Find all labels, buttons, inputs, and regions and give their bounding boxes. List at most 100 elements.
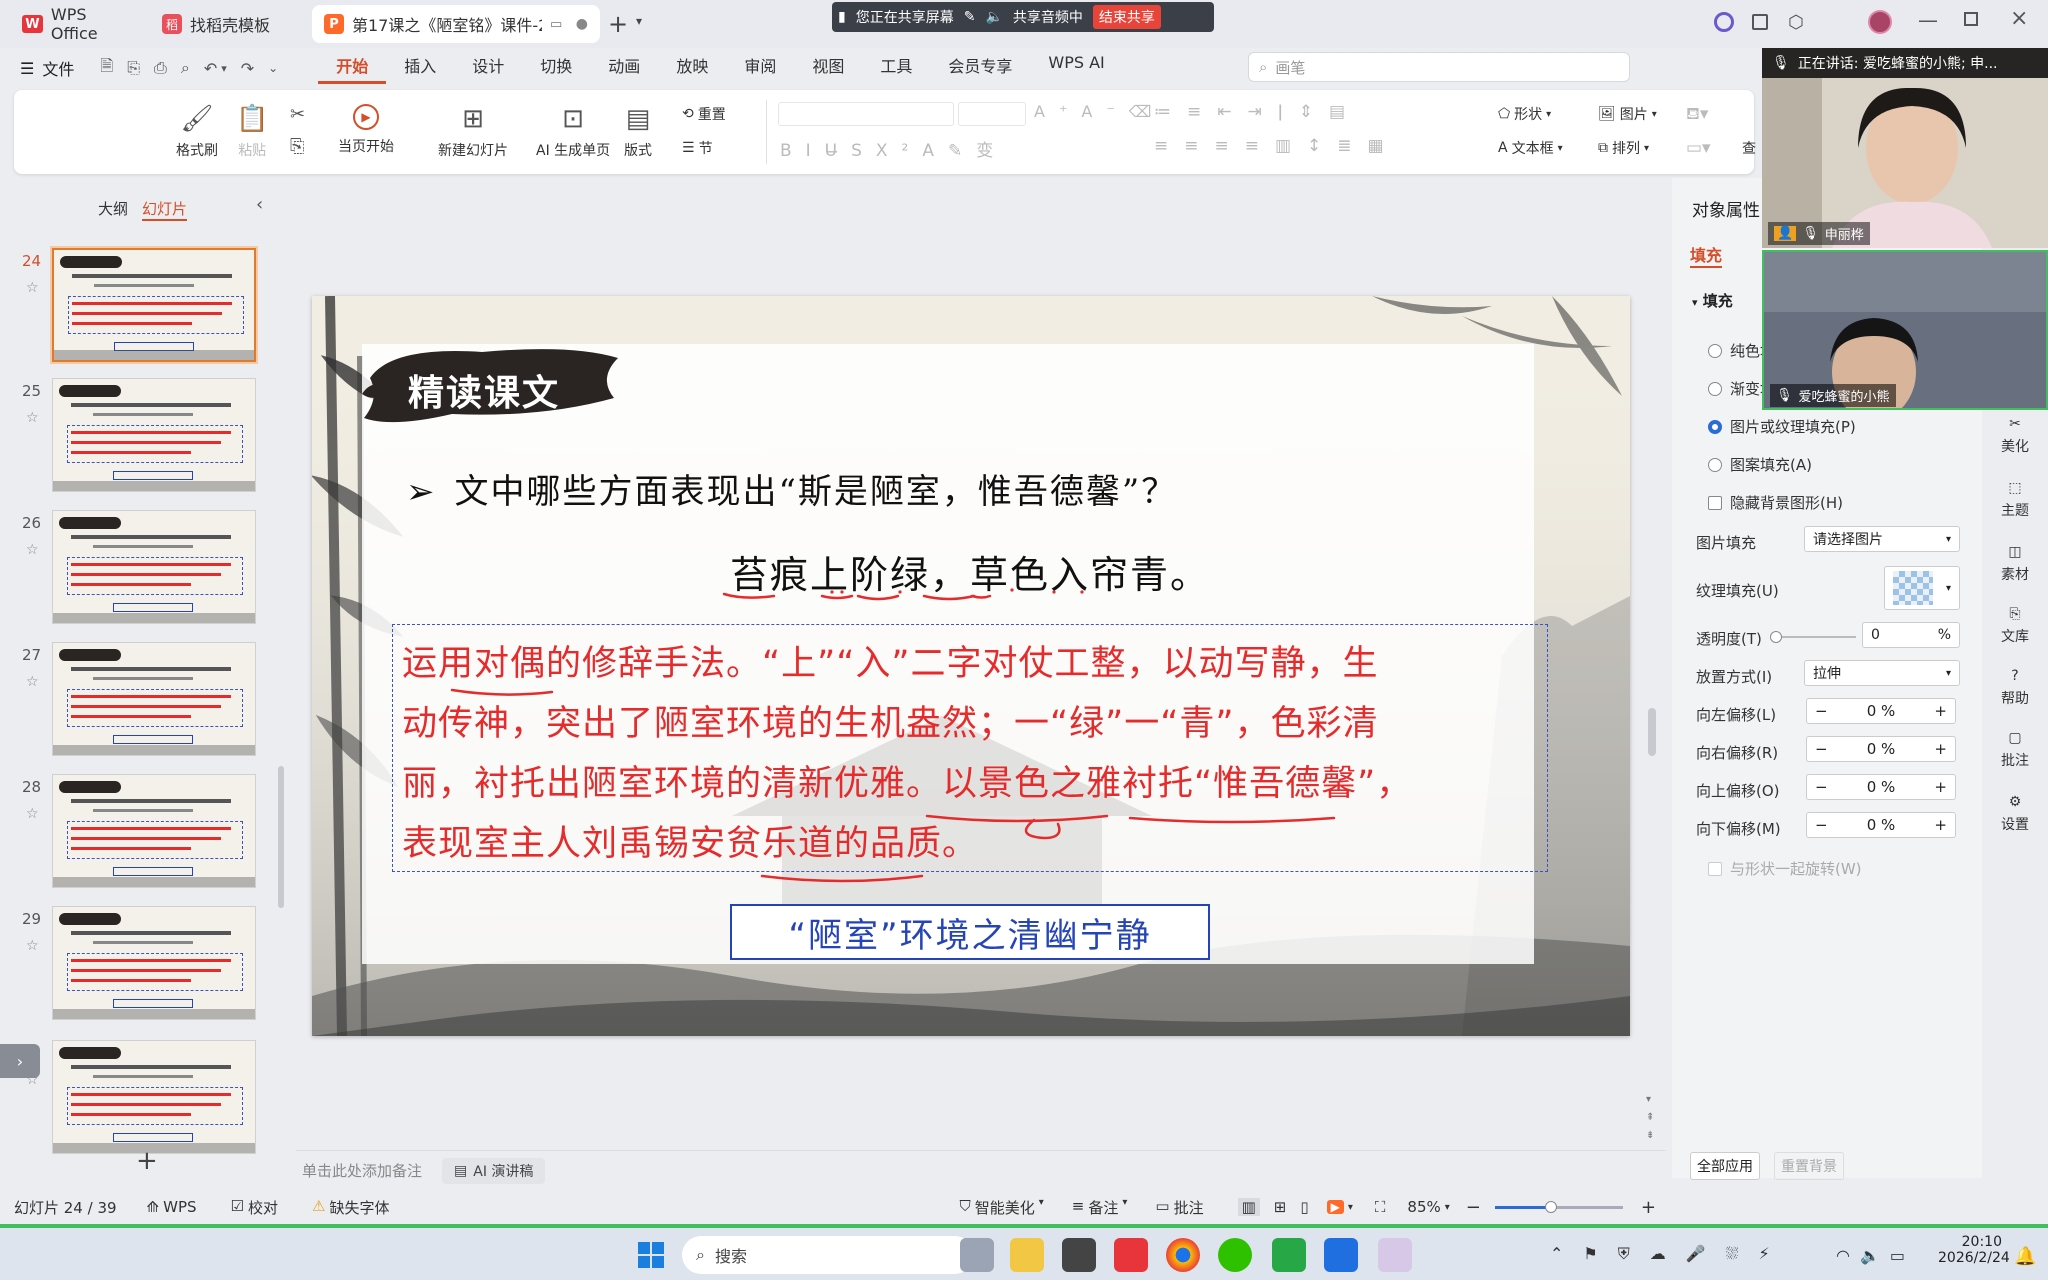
new-slide-button[interactable]: ⊞ 新建幻灯片 bbox=[438, 104, 508, 160]
zoom-out-icon[interactable]: − bbox=[1466, 1197, 1481, 1218]
tab-presentation[interactable]: P 第17课之《陋室铭》课件-20... ▭ ● bbox=[312, 5, 600, 43]
minimize-icon[interactable]: — bbox=[1918, 8, 1938, 32]
radio-picture-fill[interactable]: 图片或纹理填充(P) bbox=[1708, 416, 1856, 437]
tab-member[interactable]: 会员专享 bbox=[930, 53, 1030, 84]
proofread-button[interactable]: ☑ 校对 bbox=[231, 1197, 278, 1218]
taskbar-search[interactable]: ⌕ 搜索 bbox=[682, 1236, 974, 1274]
redo-icon[interactable]: ↷ bbox=[241, 59, 254, 78]
save-icon[interactable]: 🗎 bbox=[100, 55, 113, 82]
thumbnail-star-icon[interactable]: ☆ bbox=[26, 280, 39, 296]
paragraph-icons[interactable]: ≔≡⇤⇥ǀ⇕▤ bbox=[1154, 102, 1361, 122]
smart-beautify-button[interactable]: ⛉ 智能美化 ▾ bbox=[959, 1197, 1043, 1218]
placement-select[interactable]: 拉伸 ▾ bbox=[1804, 660, 1960, 686]
help-button[interactable]: ? 帮助 bbox=[1982, 668, 2048, 708]
fill-section-header[interactable]: ▾ 填充 bbox=[1692, 290, 1733, 311]
thumbnail-star-icon[interactable]: ☆ bbox=[26, 674, 39, 690]
slide-thumbnail[interactable] bbox=[50, 246, 258, 364]
undo-icon[interactable]: ↶ bbox=[204, 59, 217, 78]
slide-thumbnail[interactable] bbox=[52, 378, 256, 492]
font-grow-shrink-icons[interactable]: A⁺A⁻⌫ bbox=[1034, 102, 1165, 121]
offset-right-stepper[interactable]: −0 % + bbox=[1806, 736, 1956, 762]
tab-tools[interactable]: 工具 bbox=[862, 53, 930, 84]
conclusion-box[interactable]: “陋室”环境之清幽宁静 bbox=[730, 904, 1210, 960]
slide-thumbnail[interactable] bbox=[52, 1040, 256, 1154]
fit-window-icon[interactable]: ⛶ bbox=[1375, 1198, 1386, 1216]
copy-icon[interactable]: ⎘ bbox=[290, 136, 304, 157]
cube-icon[interactable]: ⬡ bbox=[1788, 12, 1804, 33]
search-input[interactable]: ⌕ 画笔 bbox=[1248, 52, 1630, 82]
task-view-icon[interactable] bbox=[960, 1238, 994, 1272]
avatar[interactable] bbox=[1868, 10, 1892, 34]
font-size-select[interactable] bbox=[958, 102, 1026, 126]
picture-button[interactable]: 🖼 图片 ▾ bbox=[1598, 104, 1657, 124]
thumbnail-star-icon[interactable]: ☆ bbox=[26, 938, 39, 954]
rotate-with-shape-checkbox[interactable]: 与形状一起旋转(W) bbox=[1708, 858, 1862, 879]
text-format-icons[interactable]: BIU̶SX²A✎变 bbox=[780, 136, 1007, 161]
format-painter-button[interactable]: 🖌 格式刷 bbox=[176, 104, 218, 160]
export-icon[interactable]: ⎘ bbox=[127, 58, 140, 78]
slide-thumbnail[interactable] bbox=[52, 906, 256, 1020]
shape-button[interactable]: ⬠ 形状 ▾ bbox=[1498, 104, 1551, 124]
zoom-slider-handle[interactable] bbox=[1544, 1200, 1557, 1213]
canvas-scrollbar[interactable] bbox=[1648, 708, 1656, 756]
comments-button[interactable]: ▭ 批注 bbox=[1155, 1197, 1203, 1218]
tab-wps-ai[interactable]: WPS AI bbox=[1030, 53, 1122, 84]
tab-close-icon[interactable]: ● bbox=[576, 16, 588, 32]
zoom-in-icon[interactable]: + bbox=[1641, 1197, 1656, 1218]
wps-taskbar-icon[interactable] bbox=[1114, 1238, 1148, 1272]
comment-button[interactable]: ▢ 批注 bbox=[1982, 730, 2048, 770]
settings-button[interactable]: ⚙ 设置 bbox=[1982, 794, 2048, 834]
textbox-button[interactable]: A 文本框 ▾ bbox=[1498, 138, 1563, 158]
print-preview-icon[interactable]: ⌕ bbox=[181, 58, 190, 78]
font-family-select[interactable] bbox=[778, 102, 954, 126]
align-icons[interactable]: ≡≡≡≡▥↕≣▦ bbox=[1154, 136, 1400, 156]
wps-status[interactable]: ⟰ WPS bbox=[147, 1198, 197, 1216]
zoom-chevron-icon[interactable]: ▾ bbox=[1445, 1202, 1450, 1213]
outline-icon[interactable]: ▭▾ bbox=[1686, 138, 1711, 158]
tab-fill[interactable]: 填充 bbox=[1690, 242, 1723, 268]
notification-bell-icon[interactable]: 🔔 bbox=[2014, 1246, 2036, 1267]
tab-slides[interactable]: 幻灯片 bbox=[142, 198, 188, 221]
normal-view-icon[interactable]: ▥ bbox=[1237, 1198, 1260, 1216]
library-button[interactable]: ⎘ 文库 bbox=[1982, 606, 2048, 646]
play-from-current-button[interactable]: ▶ 当页开始 bbox=[338, 104, 394, 156]
slide[interactable]: 精读课文 ➢ 文中哪些方面表现出“斯是陋室，惟吾德馨”？ 苔痕上阶绿，草色入帘青。… bbox=[312, 296, 1630, 1036]
grid-view-icon[interactable]: ⊞ bbox=[1274, 1198, 1287, 1216]
slide-thumbnail[interactable] bbox=[52, 774, 256, 888]
close-window-icon[interactable]: × bbox=[2010, 6, 2028, 31]
tab-view[interactable]: 视图 bbox=[794, 53, 862, 84]
windows-start-icon[interactable] bbox=[634, 1238, 668, 1272]
tab-insert[interactable]: 插入 bbox=[386, 53, 454, 84]
video-tile-participant[interactable]: 🎙 爱吃蜂蜜的小熊 bbox=[1762, 250, 2048, 410]
speaker-icon[interactable]: 🔈 bbox=[985, 9, 1002, 25]
app-icon[interactable] bbox=[1062, 1238, 1096, 1272]
notes-app-icon[interactable] bbox=[1378, 1238, 1412, 1272]
picture-fill-select[interactable]: 请选择图片 ▾ bbox=[1804, 526, 1960, 552]
ai-speech-button[interactable]: ▤ AI 演讲稿 bbox=[442, 1157, 546, 1184]
zoom-slider[interactable] bbox=[1494, 1200, 1623, 1213]
transparency-input[interactable]: 0 % bbox=[1862, 622, 1960, 648]
slider-handle[interactable] bbox=[1770, 631, 1782, 643]
ai-generate-button[interactable]: ⊡ AI 生成单页 bbox=[536, 104, 610, 160]
window-switch-icon[interactable] bbox=[1752, 14, 1768, 30]
radio-pattern-fill[interactable]: 图案填充(A) bbox=[1708, 454, 1812, 475]
tab-transition[interactable]: 切换 bbox=[522, 53, 590, 84]
wps-ai-icon[interactable] bbox=[1714, 12, 1734, 32]
tab-review[interactable]: 审阅 bbox=[726, 53, 794, 84]
thumbnail-star-icon[interactable]: ☆ bbox=[26, 806, 39, 822]
transparency-slider[interactable] bbox=[1770, 631, 1856, 643]
reading-view-icon[interactable]: ▯ bbox=[1300, 1198, 1308, 1216]
slide-thumbnail[interactable] bbox=[52, 642, 256, 756]
next-slide-icon[interactable]: ⇟ bbox=[1646, 1130, 1654, 1141]
texture-fill-select[interactable]: ▾ bbox=[1884, 566, 1960, 610]
missing-font-button[interactable]: ⚠ 缺失字体 bbox=[312, 1197, 389, 1218]
wechat-icon[interactable] bbox=[1218, 1238, 1252, 1272]
tab-outline[interactable]: 大纲 bbox=[98, 198, 128, 219]
add-slide-button[interactable]: + bbox=[136, 1146, 158, 1176]
annotate-icon[interactable]: ✎ bbox=[964, 9, 976, 25]
quick-access-chevron-icon[interactable]: ⌄ bbox=[268, 61, 278, 75]
notes-button[interactable]: ≡ 备注 ▾ bbox=[1072, 1197, 1128, 1218]
network-volume-battery-icons[interactable]: ◠🔈▭ bbox=[1836, 1246, 1915, 1265]
tab-animation[interactable]: 动画 bbox=[590, 53, 658, 84]
offset-down-stepper[interactable]: −0 % + bbox=[1806, 812, 1956, 838]
